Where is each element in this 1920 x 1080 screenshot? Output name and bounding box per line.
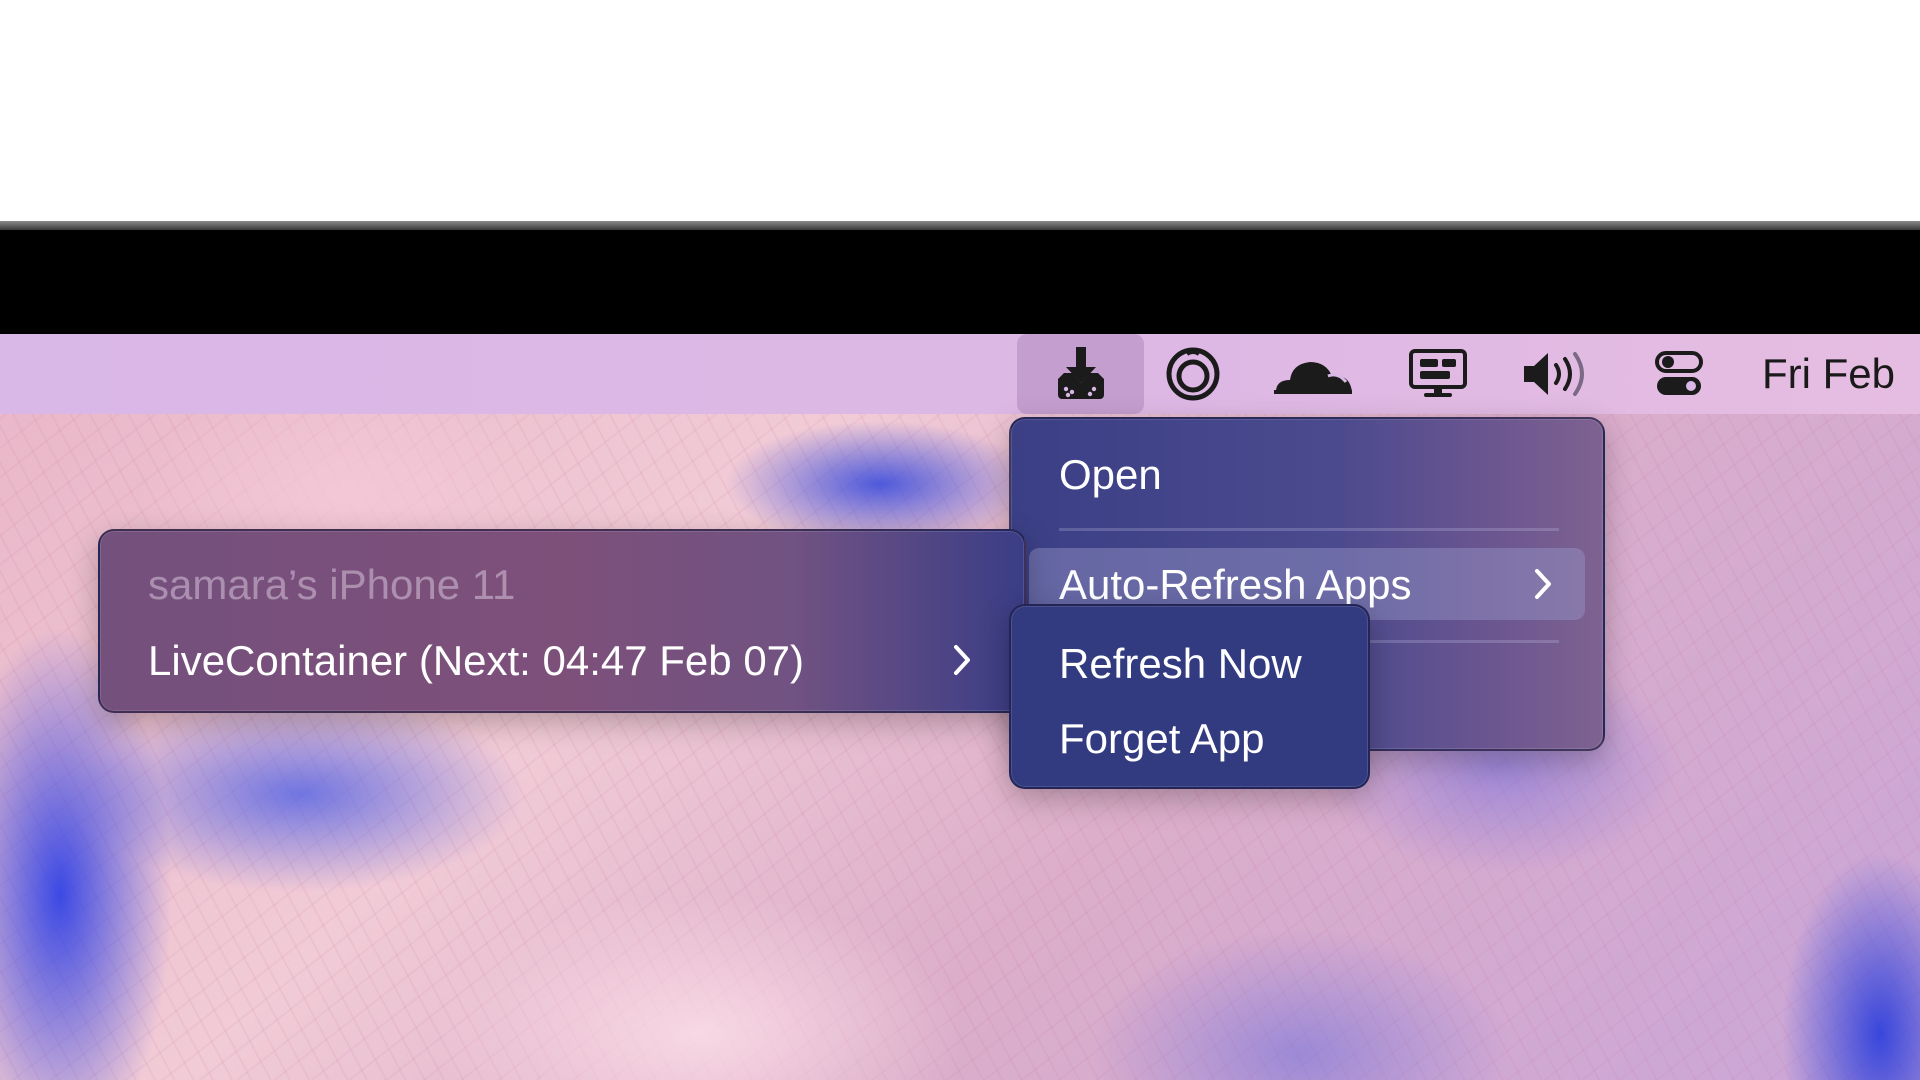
chevron-right-icon bbox=[1535, 569, 1551, 599]
menu-bar: Fri Feb bbox=[0, 334, 1920, 414]
display-bezel bbox=[0, 230, 1920, 334]
speaker-volume-icon[interactable] bbox=[1518, 334, 1594, 414]
chevron-right-icon bbox=[954, 645, 970, 675]
control-center-toggle-icon[interactable] bbox=[1652, 334, 1706, 414]
menu-bar-clock[interactable]: Fri Feb bbox=[1762, 334, 1895, 414]
display-bezel-edge bbox=[0, 221, 1920, 230]
device-submenu: samara’s iPhone 11 LiveContainer (Next: … bbox=[98, 529, 1026, 713]
menu-item-livecontainer[interactable]: LiveContainer (Next: 04:47 Feb 07) bbox=[148, 635, 804, 687]
download-tray-icon[interactable] bbox=[1017, 334, 1144, 414]
menu-separator bbox=[1059, 528, 1559, 531]
circle-ring-icon[interactable] bbox=[1160, 334, 1226, 414]
device-name-header: samara’s iPhone 11 bbox=[148, 561, 516, 608]
menu-item-open[interactable]: Open bbox=[1059, 449, 1162, 501]
app-actions-submenu: Refresh Now Forget App bbox=[1009, 604, 1370, 789]
screen: Fri Feb Open Auto-Refresh Apps samara’s … bbox=[0, 0, 1920, 1080]
cloudflare-cloud-icon[interactable] bbox=[1268, 334, 1358, 414]
menu-item-refresh-now[interactable]: Refresh Now bbox=[1059, 638, 1302, 690]
display-monitor-icon[interactable] bbox=[1405, 334, 1471, 414]
menu-item-forget-app[interactable]: Forget App bbox=[1059, 713, 1264, 765]
